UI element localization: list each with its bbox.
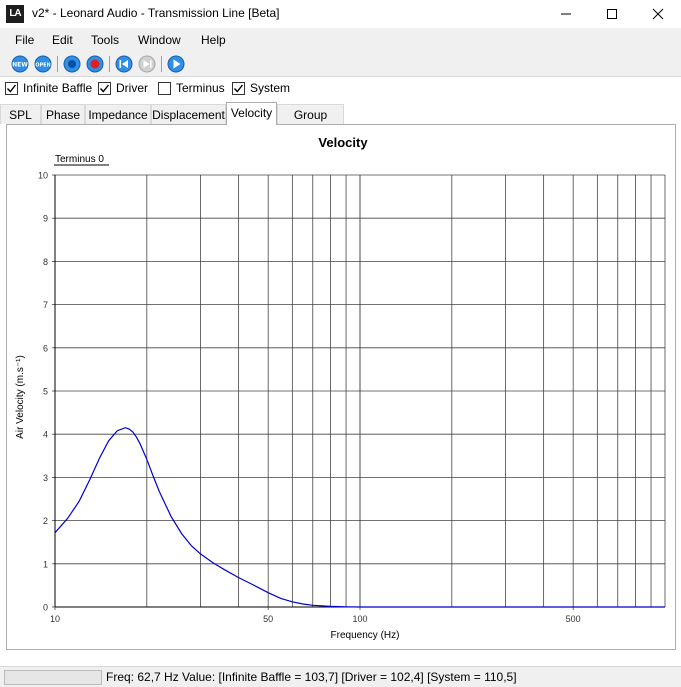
check-icon — [99, 84, 110, 93]
checkbox-system[interactable]: System — [232, 81, 292, 97]
x-tick-label: 100 — [352, 614, 367, 624]
y-tick-label: 3 — [43, 473, 48, 483]
minimize-button[interactable] — [543, 0, 589, 28]
y-tick-label: 7 — [43, 300, 48, 310]
plot-tabs: SPL Phase Impedance Displacement Velocit… — [0, 102, 681, 142]
maximize-button[interactable] — [589, 0, 635, 28]
checkbox-label: Driver — [116, 81, 148, 95]
tab-phase[interactable]: Phase — [41, 104, 85, 124]
checkbox-box[interactable] — [5, 82, 18, 95]
open-file-button[interactable]: OPEN — [34, 55, 52, 73]
check-icon — [6, 84, 17, 93]
app-window: { "window": { "logo_text": "LA", "title"… — [0, 0, 681, 687]
tick-labels: 0 1 2 3 4 5 6 7 8 9 10 10 50 100 500 — [38, 171, 581, 625]
new-file-button[interactable]: NEW — [11, 55, 29, 73]
toolbar: NEW OPEN — [0, 52, 681, 77]
checkbox-driver[interactable]: Driver — [98, 81, 153, 97]
forward-button-disabled[interactable] — [138, 55, 156, 73]
record-button[interactable] — [86, 55, 104, 73]
menu-tools[interactable]: Tools — [91, 33, 119, 47]
back-button[interactable] — [115, 55, 133, 73]
checkbox-terminus[interactable]: Terminus — [158, 81, 226, 97]
curve-toggles: Infinite Baffle Driver Terminus System — [0, 77, 681, 101]
y-tick-label: 5 — [43, 387, 48, 397]
y-tick-label: 2 — [43, 516, 48, 526]
x-tick-label: 500 — [566, 614, 581, 624]
y-tick-label: 10 — [38, 171, 48, 181]
step-back-icon — [119, 60, 122, 68]
tab-group-delay[interactable]: Group Delay — [277, 104, 344, 142]
close-button[interactable] — [635, 0, 681, 28]
checkbox-infinite-baffle[interactable]: Infinite Baffle — [5, 81, 93, 97]
tab-impedance[interactable]: Impedance — [85, 104, 151, 124]
y-tick-label: 9 — [43, 214, 48, 224]
menu-edit[interactable]: Edit — [52, 33, 73, 47]
status-bar: Freq: 62,7 Hz Value: [Infinite Baffle = … — [0, 666, 681, 687]
app-logo: LA — [6, 5, 24, 23]
toolbar-separator — [57, 56, 58, 72]
checkbox-label: Terminus — [176, 81, 225, 95]
x-tick-label: 10 — [50, 614, 60, 624]
title-bar: LA v2* - Leonard Audio - Transmission Li… — [0, 0, 681, 28]
y-tick-label: 1 — [43, 559, 48, 569]
tab-displacement[interactable]: Displacement — [151, 104, 226, 124]
menu-bar: File Edit Tools Window Help — [0, 28, 681, 52]
chart-panel: Velocity Terminus 0 0 1 2 3 4 5 6 7 8 9 10 10 50 100 5… — [6, 124, 676, 650]
x-tick-label: 50 — [263, 614, 273, 624]
minimize-icon — [561, 13, 571, 15]
y-tick-label: 4 — [43, 430, 48, 440]
close-icon — [652, 8, 664, 20]
checkbox-box[interactable] — [232, 82, 245, 95]
toolbar-separator — [161, 56, 162, 72]
chart-title: Velocity — [318, 135, 368, 150]
record-dot-icon — [68, 60, 76, 68]
checkbox-box[interactable] — [98, 82, 111, 95]
menu-window[interactable]: Window — [138, 33, 181, 47]
grid-layer — [52, 174, 666, 610]
view-button[interactable] — [63, 55, 81, 73]
check-icon — [233, 84, 244, 93]
record-icon — [90, 59, 100, 69]
tab-spl[interactable]: SPL — [0, 104, 41, 124]
open-file-label: OPEN — [35, 63, 51, 69]
velocity-chart[interactable]: Velocity Terminus 0 0 1 2 3 4 5 6 7 8 9 10 10 50 100 5… — [7, 125, 675, 649]
progress-bar — [4, 670, 102, 685]
checkbox-box[interactable] — [158, 82, 171, 95]
menu-help[interactable]: Help — [201, 33, 226, 47]
maximize-icon — [607, 9, 617, 19]
play-button[interactable] — [167, 55, 185, 73]
menu-file[interactable]: File — [15, 33, 34, 47]
x-axis-label: Frequency (Hz) — [331, 630, 400, 641]
y-tick-label: 8 — [43, 257, 48, 267]
legend-label: Terminus 0 — [55, 154, 104, 165]
y-tick-label: 6 — [43, 343, 48, 353]
toolbar-separator — [109, 56, 110, 72]
window-title: v2* - Leonard Audio - Transmission Line … — [32, 6, 280, 20]
y-axis-label: Air Velocity (m.s⁻¹) — [15, 355, 26, 439]
y-tick-label: 0 — [43, 603, 48, 613]
status-text: Freq: 62,7 Hz Value: [Infinite Baffle = … — [106, 670, 517, 684]
checkbox-label: Infinite Baffle — [23, 81, 93, 95]
new-file-label: NEW — [12, 62, 28, 69]
tab-velocity[interactable]: Velocity — [226, 102, 277, 125]
checkbox-label: System — [250, 81, 291, 95]
